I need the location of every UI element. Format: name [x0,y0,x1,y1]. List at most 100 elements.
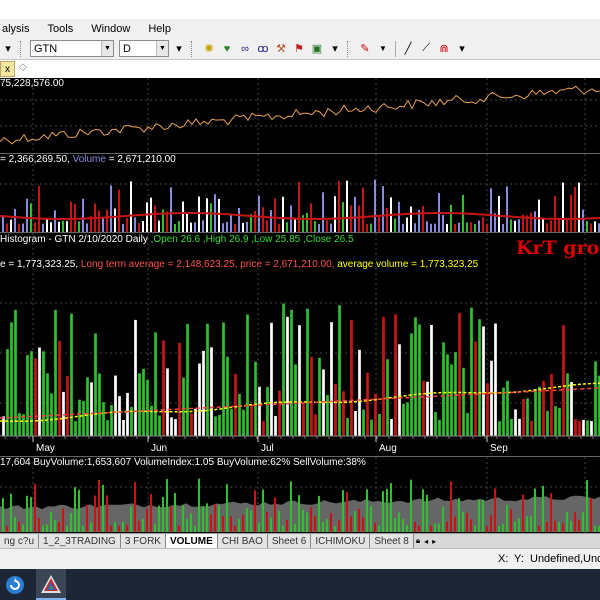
volume-bar [34,222,36,232]
sun-icon[interactable]: ✺ [201,41,217,57]
histogram-bar [5,348,10,437]
volume-bar [546,223,548,232]
menu-window[interactable]: Window [91,23,130,35]
lock-icon[interactable]: 🔒︎ [414,534,422,548]
toolbar-grip[interactable] [20,40,28,57]
symbol-combo[interactable]: GTN ▼ [30,40,114,57]
tab-scroll-left-icon[interactable]: ◂ [422,534,430,548]
volume-bar [266,220,268,232]
toolbar-grip[interactable] [191,40,199,57]
buy-sell-bar [438,523,440,532]
menu-help[interactable]: Help [148,23,171,35]
volume-bar [98,210,100,232]
histogram-bar [561,324,566,437]
volume-pane[interactable]: = 2,366,269.50, Volume = 2,671,210.00 [0,154,600,233]
sheet-tab-5[interactable]: CHI BAO [217,534,268,548]
menu-tools[interactable]: Tools [48,23,74,35]
histogram-bar [349,319,354,437]
buy-sell-bar [494,488,496,532]
chevron-down-icon[interactable]: ▼ [156,41,168,56]
volume-bar [490,188,492,232]
buy-sell-bar [134,482,136,532]
high-value: ,High 26.9 [200,234,249,245]
buy-sell-bar [278,510,280,532]
chart-window-icon[interactable]: ▣ [309,41,325,57]
histogram-pane[interactable]: Histogram - GTN 2/10/2020 Daily ,Open 26… [0,233,600,457]
line-tool-icon[interactable]: ╱ [400,41,416,57]
sheet-tab-2[interactable]: 1_2_3TRADING [39,534,121,548]
glasses-icon[interactable]: ∞ [237,41,253,57]
tab-scroll-right-icon[interactable]: ▸ [430,534,438,548]
volume-bar [410,206,412,232]
histogram-bar [117,395,122,437]
hammer-icon[interactable]: ⚒ [273,41,289,57]
volume-bar [534,211,536,232]
legend-average-volume: average volume = 1,773,323.25 [337,259,479,270]
dropdown-arrow-icon[interactable]: ▾ [454,41,470,57]
ray-tool-icon[interactable]: ⟋ [418,41,434,57]
volume-bar [574,186,576,232]
close-tab-button[interactable]: x [0,61,15,77]
close-icon: x [5,63,10,75]
histogram-bar [141,368,146,437]
buy-sell-pane[interactable]: 17,604 BuyVolume:1,653,607 VolumeIndex:1… [0,457,600,533]
buy-sell-bar [530,516,532,532]
volume-label-key: Volume [72,154,106,165]
buy-sell-bar [398,512,400,532]
buy-sell-bar [14,517,16,532]
histogram-bar [153,332,158,437]
histogram-bar [33,357,38,437]
histogram-bar [157,415,162,437]
buy-sell-bar [410,479,412,532]
magnet-icon[interactable]: ⋒ [436,41,452,57]
pen-color-icon[interactable]: ✎ [357,41,373,57]
period-combo[interactable]: D ▼ [119,40,169,57]
histogram-bar [253,361,258,437]
dropdown-arrow-icon[interactable]: ▾ [171,41,187,57]
histogram-bar [197,363,202,437]
volume-bar [554,196,556,232]
buy-sell-bar [154,524,156,532]
runner-icon[interactable]: ⚑ [291,41,307,57]
app-refresh-icon[interactable] [0,569,30,600]
histogram-bar [469,307,474,437]
histogram-bar [17,412,22,437]
dropdown-arrow-icon[interactable]: ▾ [327,41,343,57]
buy-sell-bar [70,513,72,532]
heart-icon[interactable]: ♥ [219,41,235,57]
buy-sell-bar [402,519,404,532]
volume-bar [142,220,144,232]
sheet-tab-7[interactable]: ICHIMOKU [311,534,371,548]
histogram-bar [493,323,498,437]
volume-bar [482,217,484,232]
status-undefined-2: Undef [583,553,600,565]
volume-bar [110,185,112,232]
price-pane[interactable]: 75,228,576.00 [0,78,600,154]
dropdown-arrow-icon[interactable]: ▾ [0,41,16,57]
volume-bar [594,221,596,232]
chevron-down-icon[interactable]: ▼ [375,41,391,57]
sheet-tab-6[interactable]: Sheet 6 [267,534,312,548]
buy-sell-bar [102,484,104,532]
volume-bar [10,219,12,232]
volume-bar [166,211,168,232]
toolbar-grip[interactable] [347,40,355,57]
sheet-tab-3[interactable]: 3 FORK [120,534,166,548]
buy-sell-bar [150,493,152,532]
histogram-bar [329,321,334,437]
histogram-bar [497,420,502,437]
amibroker-taskbar-icon[interactable] [36,569,66,600]
sheet-tab-4[interactable]: VOLUME [165,534,218,548]
chart-area[interactable]: 75,228,576.00 = 2,366,269.50, Volume = 2… [0,78,600,533]
sheet-tab-8[interactable]: Sheet 8 [370,534,414,548]
glasses-alt-icon[interactable]: ꝏ [255,41,271,57]
buy-sell-bar [466,512,468,532]
menu-analysis[interactable]: alysis [2,23,30,35]
histogram-bar [221,322,226,437]
volume-bar [2,215,4,232]
volume-bar [362,187,364,232]
histogram-bar [533,388,538,437]
sheet-tab-1[interactable]: ng c?u [0,534,40,548]
chevron-down-icon[interactable]: ▼ [101,41,113,56]
diamond-icon[interactable]: ◇ [19,62,27,73]
